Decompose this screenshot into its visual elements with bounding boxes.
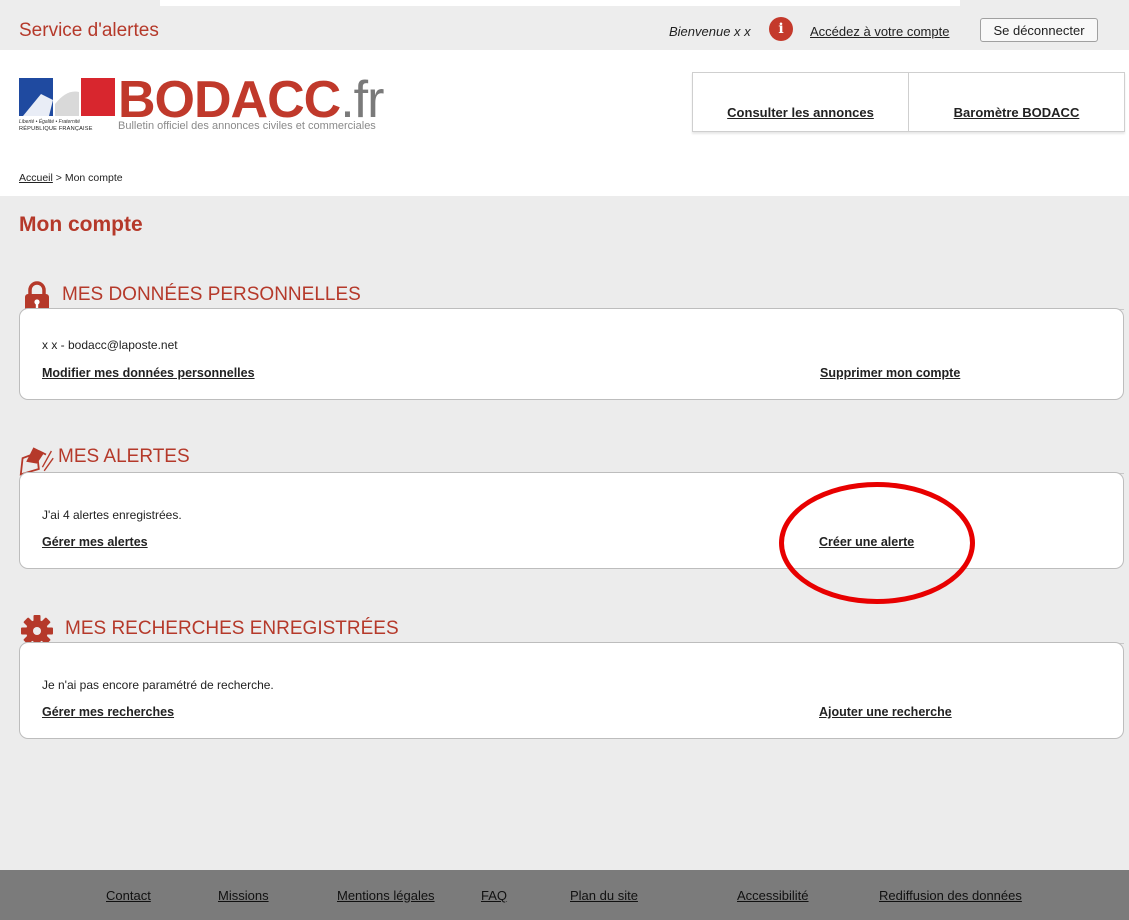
nav-barometre[interactable]: Baromètre BODACC <box>908 73 1124 131</box>
breadcrumb: Accueil > Mon compte <box>19 172 123 184</box>
top-bar: Service d'alertes Bienvenue x x i Accéde… <box>0 0 1129 50</box>
breadcrumb-current: Mon compte <box>64 172 123 184</box>
site-header: BODACC.fr Bulletin officiel des annonces… <box>0 50 1129 196</box>
footer-link-faq[interactable]: FAQ <box>481 888 507 903</box>
logo-motto: Liberté • Égalité • Fraternité <box>19 119 81 125</box>
footer-link-contact[interactable]: Contact <box>106 888 151 903</box>
manage-searches-link[interactable]: Gérer mes recherches <box>42 705 174 719</box>
breadcrumb-home[interactable]: Accueil <box>19 172 53 184</box>
personal-info-text: x x - bodacc@laposte.net <box>42 338 178 352</box>
add-search-link[interactable]: Ajouter une recherche <box>819 705 952 719</box>
info-icon[interactable]: i <box>769 17 793 41</box>
annotation-circle <box>779 482 975 604</box>
footer-link-rediffusion[interactable]: Rediffusion des données <box>879 888 1022 903</box>
top-stripe <box>160 0 960 6</box>
alerts-count-text: J'ai 4 alertes enregistrées. <box>42 508 182 522</box>
footer-link-missions[interactable]: Missions <box>218 888 269 903</box>
page-title: Mon compte <box>19 213 143 236</box>
service-title: Service d'alertes <box>19 20 159 41</box>
account-link[interactable]: Accédez à votre compte <box>810 24 949 39</box>
manage-alerts-link[interactable]: Gérer mes alertes <box>42 535 148 549</box>
delete-account-link[interactable]: Supprimer mon compte <box>820 366 960 380</box>
footer-link-plan-du-site[interactable]: Plan du site <box>570 888 638 903</box>
main-nav: Consulter les annonces Baromètre BODACC <box>692 72 1125 132</box>
site-footer: Contact Missions Mentions légales FAQ Pl… <box>0 870 1129 920</box>
nav-consulter-annonces[interactable]: Consulter les annonces <box>693 73 908 131</box>
bodacc-logo[interactable]: BODACC.fr Bulletin officiel des annonces… <box>19 71 439 140</box>
footer-link-accessibilite[interactable]: Accessibilité <box>737 888 809 903</box>
section-alerts-title: MES ALERTES <box>58 446 190 467</box>
section-searches-card: Je n'ai pas encore paramétré de recherch… <box>19 642 1124 739</box>
logo-tagline: Bulletin officiel des annonces civiles e… <box>118 120 376 132</box>
footer-link-mentions-legales[interactable]: Mentions légales <box>337 888 435 903</box>
section-personal-card: x x - bodacc@laposte.net Modifier mes do… <box>19 308 1124 400</box>
section-personal-title: MES DONNÉES PERSONNELLES <box>62 284 361 305</box>
marianne-flag-icon <box>19 78 115 116</box>
logout-button[interactable]: Se déconnecter <box>980 18 1098 42</box>
searches-status-text: Je n'ai pas encore paramétré de recherch… <box>42 678 274 692</box>
breadcrumb-separator: > <box>55 172 62 184</box>
logo-republic: RÉPUBLIQUE FRANÇAISE <box>19 126 93 132</box>
edit-personal-data-link[interactable]: Modifier mes données personnelles <box>42 366 255 380</box>
section-searches-title: MES RECHERCHES ENREGISTRÉES <box>65 618 399 639</box>
welcome-text: Bienvenue x x <box>669 24 751 39</box>
